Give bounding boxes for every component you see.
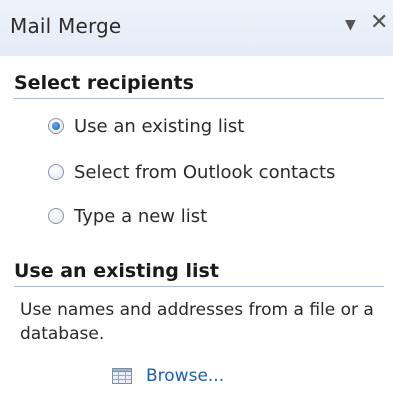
radio-checked-icon[interactable]: [48, 118, 64, 134]
radio-use-existing-list[interactable]: Use an existing list: [48, 113, 244, 139]
existing-list-heading: Use an existing list: [14, 260, 384, 287]
radio-unchecked-icon[interactable]: [48, 164, 64, 180]
radio-label: Type a new list: [74, 205, 208, 227]
pane-options-dropdown-icon[interactable]: ▼: [345, 17, 356, 33]
browse-link[interactable]: Browse...: [112, 366, 224, 386]
table-icon: [112, 368, 132, 384]
radio-label: Use an existing list: [74, 115, 245, 137]
radio-label: Select from Outlook contacts: [74, 161, 336, 183]
existing-list-description: Use names and addresses from a file or a…: [20, 300, 374, 344]
radio-select-from-outlook[interactable]: Select from Outlook contacts: [48, 159, 335, 185]
pane-title: Mail Merge: [10, 14, 122, 38]
mail-merge-pane: Mail Merge ▼ ✕ Select recipients Use an …: [0, 0, 393, 395]
radio-type-new-list[interactable]: Type a new list: [48, 203, 207, 229]
browse-label[interactable]: Browse...: [146, 366, 224, 386]
select-recipients-heading: Select recipients: [14, 72, 384, 99]
radio-unchecked-icon[interactable]: [48, 208, 64, 224]
pane-titlebar: Mail Merge ▼ ✕: [0, 0, 393, 56]
close-icon[interactable]: ✕: [370, 10, 388, 35]
